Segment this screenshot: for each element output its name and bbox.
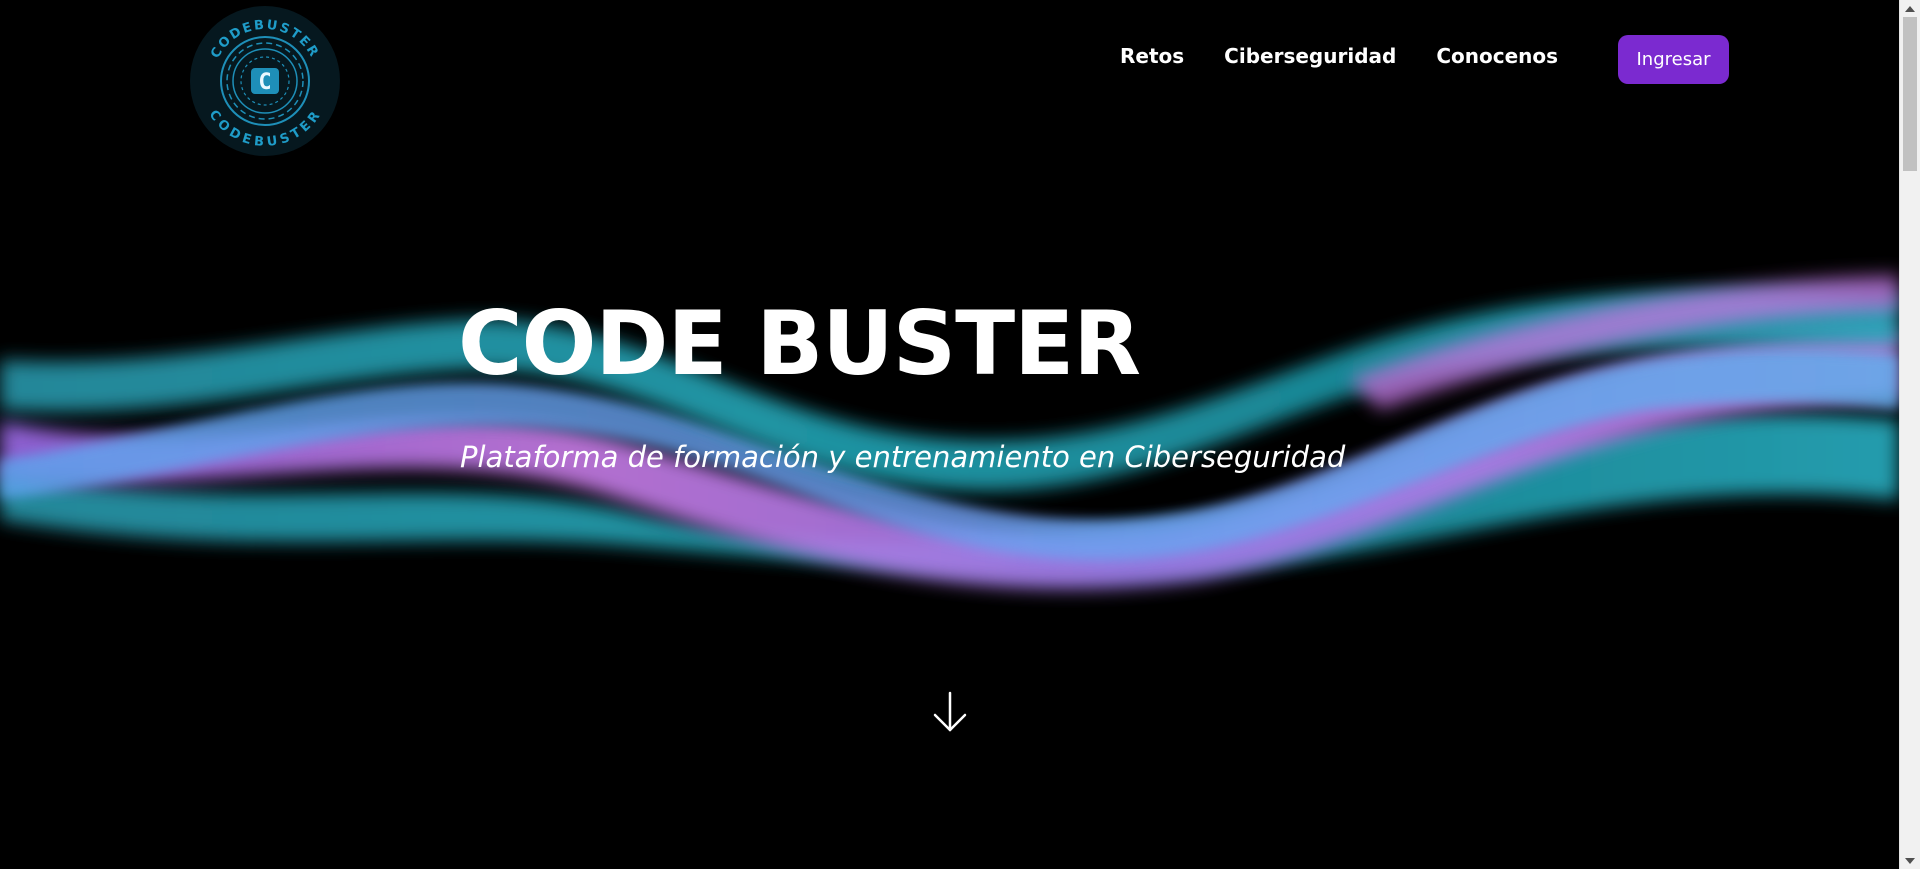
login-button[interactable]: Ingresar [1618, 35, 1729, 84]
hero-subtitle: Plataforma de formación y entrenamiento … [460, 440, 1346, 474]
logo-glyph: C [258, 70, 271, 95]
codebuster-logo-icon[interactable]: C CODEBUSTER CODEBUSTER [189, 5, 341, 157]
nav-item-retos[interactable]: Retos [1120, 44, 1184, 68]
main-nav: Retos Ciberseguridad Conocenos [1120, 44, 1598, 68]
nav-item-conocenos[interactable]: Conocenos [1436, 44, 1558, 68]
page: C CODEBUSTER CODEBUSTER Retos Cibersegur… [0, 0, 1920, 869]
scroll-down-icon[interactable] [1900, 852, 1920, 869]
arrow-down-icon[interactable] [930, 690, 970, 734]
viewport: C CODEBUSTER CODEBUSTER Retos Cibersegur… [0, 0, 1899, 869]
hero-title: CODE BUSTER [458, 292, 1141, 395]
nav-item-ciberseguridad[interactable]: Ciberseguridad [1224, 44, 1396, 68]
scroll-up-icon[interactable] [1900, 0, 1920, 17]
vertical-scrollbar[interactable] [1899, 0, 1920, 869]
scrollbar-thumb[interactable] [1903, 17, 1917, 171]
